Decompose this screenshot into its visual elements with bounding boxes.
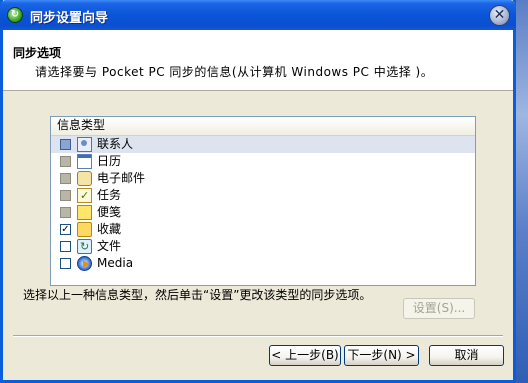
sync-wizard-window: ↻ 同步设置向导 ✕ 同步选项 请选择要与 Pocket PC 同步的信息(从计… <box>0 0 516 383</box>
checkbox-email[interactable] <box>60 173 71 184</box>
media-icon <box>77 256 92 271</box>
column-header-info-type[interactable]: 信息类型 <box>51 117 475 136</box>
list-item-tasks[interactable]: 任务 <box>51 187 475 204</box>
notes-icon <box>77 205 92 220</box>
next-button[interactable]: 下一步(N) > <box>344 345 419 366</box>
settings-button[interactable]: 设置(S)... <box>403 298 475 319</box>
info-type-list[interactable]: 信息类型 联系人 日历 电子邮件 任务 便笺 ✓ <box>50 116 476 286</box>
title-bar[interactable]: ↻ 同步设置向导 ✕ <box>0 0 516 30</box>
email-icon <box>77 171 92 186</box>
window-title: 同步设置向导 <box>30 11 109 26</box>
page-title: 同步选项 <box>13 46 62 60</box>
desktop-background <box>516 0 528 383</box>
list-item-label: 收藏 <box>97 222 122 236</box>
list-item-label: 任务 <box>97 188 122 202</box>
contacts-icon <box>77 137 92 152</box>
back-button[interactable]: < 上一步(B) <box>269 345 341 366</box>
list-item-label: 文件 <box>97 239 122 253</box>
calendar-icon <box>77 154 92 169</box>
checkbox-media[interactable] <box>60 258 71 269</box>
checkbox-contacts[interactable] <box>60 139 71 150</box>
wizard-header: 同步选项 请选择要与 Pocket PC 同步的信息(从计算机 Windows … <box>3 30 513 91</box>
list-item-favorites[interactable]: ✓ 收藏 <box>51 221 475 238</box>
list-item-label: 电子邮件 <box>97 171 146 185</box>
files-icon <box>77 238 92 255</box>
checkbox-files[interactable] <box>60 241 71 252</box>
list-item-contacts[interactable]: 联系人 <box>51 136 475 153</box>
hint-text: 选择以上一种信息类型，然后单击“设置”更改该类型的同步选项。 <box>23 288 372 302</box>
cancel-button[interactable]: 取消 <box>429 345 504 366</box>
checkbox-calendar[interactable] <box>60 156 71 167</box>
list-item-label: 便笺 <box>97 205 122 219</box>
list-item-media[interactable]: Media <box>51 255 475 272</box>
tasks-icon <box>77 187 92 204</box>
list-item-files[interactable]: 文件 <box>51 238 475 255</box>
list-item-label: 日历 <box>97 154 122 168</box>
list-item-label: 联系人 <box>97 137 134 151</box>
page-description: 请选择要与 Pocket PC 同步的信息(从计算机 Windows PC 中选… <box>35 65 434 79</box>
close-icon: ✕ <box>493 7 506 23</box>
checkbox-favorites[interactable]: ✓ <box>60 224 71 235</box>
sync-icon: ↻ <box>7 7 23 23</box>
list-item-calendar[interactable]: 日历 <box>51 153 475 170</box>
checkbox-tasks[interactable] <box>60 190 71 201</box>
checkbox-notes[interactable] <box>60 207 71 218</box>
separator <box>13 335 503 337</box>
list-item-label: Media <box>97 256 134 270</box>
close-button[interactable]: ✕ <box>489 5 510 26</box>
list-item-notes[interactable]: 便笺 <box>51 204 475 221</box>
list-item-email[interactable]: 电子邮件 <box>51 170 475 187</box>
favorites-icon <box>77 222 92 237</box>
